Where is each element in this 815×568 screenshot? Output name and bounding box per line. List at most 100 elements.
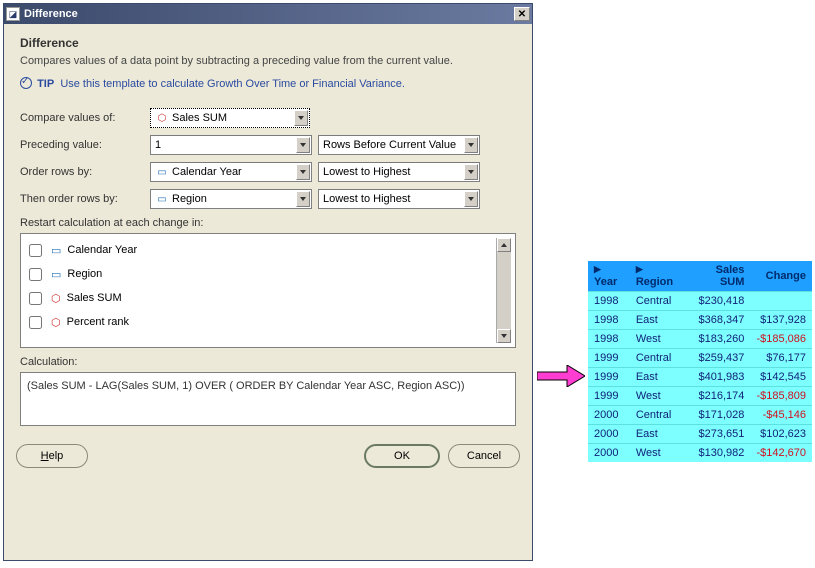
tip-label: TIP xyxy=(37,78,54,90)
table-row: 1998East$368,347$137,928 xyxy=(588,311,812,330)
col-year[interactable]: ▶Year xyxy=(588,261,630,292)
titlebar[interactable]: ◪ Difference ✕ xyxy=(4,4,532,24)
cell-sales: $230,418 xyxy=(685,292,750,311)
cell-sales: $171,028 xyxy=(685,406,750,425)
cell-region: East xyxy=(630,425,685,444)
then-order-row: Then order rows by: ▭ Region Lowest to H… xyxy=(20,189,516,209)
calculation-label: Calculation: xyxy=(20,356,516,368)
cell-change: -$185,086 xyxy=(750,330,812,349)
compare-value: Sales SUM xyxy=(172,112,227,124)
section-description: Compares values of a data point by subtr… xyxy=(20,54,516,69)
restart-item[interactable]: ▭ Region xyxy=(25,262,496,286)
scroll-up-button[interactable] xyxy=(497,238,511,252)
section-heading: Difference xyxy=(20,36,516,50)
dialog-content: Difference Compares values of a data poi… xyxy=(4,24,532,434)
dimension-icon: ▭ xyxy=(51,268,61,281)
dimension-icon: ▭ xyxy=(155,165,169,179)
dimension-icon: ▭ xyxy=(155,192,169,206)
restart-listbox[interactable]: ▭Calendar Year▭Region⬡Sales SUM⬡Percent … xyxy=(20,233,516,348)
cell-sales: $130,982 xyxy=(685,444,750,463)
restart-item[interactable]: ⬡Sales SUM xyxy=(25,286,496,310)
compare-row: Compare values of: ⬡ Sales SUM xyxy=(20,108,516,128)
ok-button[interactable]: OK xyxy=(364,444,440,468)
col-region[interactable]: ▶Region xyxy=(630,261,685,292)
table-row: 1999Central$259,437$76,177 xyxy=(588,349,812,368)
cell-year: 1999 xyxy=(588,368,630,387)
order-row: Order rows by: ▭ Calendar Year Lowest to… xyxy=(20,162,516,182)
restart-item-label: Percent rank xyxy=(67,316,129,328)
cell-change: $137,928 xyxy=(750,311,812,330)
col-change[interactable]: Change xyxy=(750,261,812,292)
restart-item-label: Region xyxy=(67,268,102,280)
cell-sales: $401,983 xyxy=(685,368,750,387)
restart-item[interactable]: ▭Calendar Year xyxy=(25,238,496,262)
cell-change: $142,545 xyxy=(750,368,812,387)
table-row: 1999East$401,983$142,545 xyxy=(588,368,812,387)
restart-checkbox[interactable] xyxy=(29,268,42,281)
cell-change: $76,177 xyxy=(750,349,812,368)
help-label: elp xyxy=(49,450,64,462)
table-row: 2000Central$171,028-$45,146 xyxy=(588,406,812,425)
cell-region: Central xyxy=(630,406,685,425)
order-dir: Lowest to Highest xyxy=(323,166,410,178)
restart-label: Restart calculation at each change in: xyxy=(20,217,516,229)
close-button[interactable]: ✕ xyxy=(514,7,530,21)
calculation-text: (Sales SUM - LAG(Sales SUM, 1) OVER ( OR… xyxy=(27,380,465,392)
button-bar: Help OK Cancel xyxy=(4,434,532,478)
help-button[interactable]: Help xyxy=(16,444,88,468)
cell-region: East xyxy=(630,368,685,387)
chevron-down-icon xyxy=(464,137,478,153)
cell-region: Central xyxy=(630,292,685,311)
preceding-row: Preceding value: 1 Rows Before Current V… xyxy=(20,135,516,155)
cell-year: 1998 xyxy=(588,292,630,311)
compare-label: Compare values of: xyxy=(20,112,150,124)
compare-values-dropdown[interactable]: ⬡ Sales SUM xyxy=(150,108,310,128)
order-label: Order rows by: xyxy=(20,166,150,178)
cell-year: 1998 xyxy=(588,311,630,330)
arrow-icon xyxy=(537,365,585,387)
table-row: 1999West$216,174-$185,809 xyxy=(588,387,812,406)
scroll-down-button[interactable] xyxy=(497,329,511,343)
cell-year: 1999 xyxy=(588,349,630,368)
calculation-textbox[interactable]: (Sales SUM - LAG(Sales SUM, 1) OVER ( OR… xyxy=(20,372,516,426)
chevron-down-icon xyxy=(296,164,310,180)
chevron-down-icon xyxy=(464,191,478,207)
order-direction-dropdown[interactable]: Lowest to Highest xyxy=(318,162,480,182)
cell-sales: $368,347 xyxy=(685,311,750,330)
restart-item[interactable]: ⬡ Percent rank xyxy=(25,310,496,334)
then-direction-dropdown[interactable]: Lowest to Highest xyxy=(318,189,480,209)
cell-year: 1998 xyxy=(588,330,630,349)
then-order-label: Then order rows by: xyxy=(20,193,150,205)
measure-icon: ⬡ xyxy=(51,292,61,305)
restart-checkbox[interactable] xyxy=(29,316,42,329)
cancel-button[interactable]: Cancel xyxy=(448,444,520,468)
cell-sales: $216,174 xyxy=(685,387,750,406)
col-sales[interactable]: Sales SUM xyxy=(685,261,750,292)
table-row: 1998Central$230,418 xyxy=(588,292,812,311)
result-table: ▶Year ▶Region Sales SUM Change 1998Centr… xyxy=(588,261,812,462)
restart-checkbox[interactable] xyxy=(29,244,42,257)
then-dir: Lowest to Highest xyxy=(323,193,410,205)
cell-change: -$185,809 xyxy=(750,387,812,406)
table-row: 1998West$183,260-$185,086 xyxy=(588,330,812,349)
preceding-value-input[interactable]: 1 xyxy=(150,135,312,155)
restart-item-label: Calendar Year xyxy=(67,244,137,256)
cell-region: West xyxy=(630,330,685,349)
scrollbar[interactable] xyxy=(496,238,511,343)
restart-checkbox[interactable] xyxy=(29,292,42,305)
cell-region: East xyxy=(630,311,685,330)
preceding-label: Preceding value: xyxy=(20,139,150,151)
chevron-down-icon xyxy=(464,164,478,180)
then-by-dropdown[interactable]: ▭ Region xyxy=(150,189,312,209)
cell-change xyxy=(750,292,812,311)
cell-year: 2000 xyxy=(588,406,630,425)
order-by-dropdown[interactable]: ▭ Calendar Year xyxy=(150,162,312,182)
measure-icon: ⬡ xyxy=(51,316,61,329)
cell-year: 1999 xyxy=(588,387,630,406)
dialog-title: Difference xyxy=(24,8,514,20)
app-icon: ◪ xyxy=(6,7,20,21)
cell-change: -$45,146 xyxy=(750,406,812,425)
cell-region: West xyxy=(630,387,685,406)
preceding-mode-dropdown[interactable]: Rows Before Current Value xyxy=(318,135,480,155)
cell-sales: $259,437 xyxy=(685,349,750,368)
